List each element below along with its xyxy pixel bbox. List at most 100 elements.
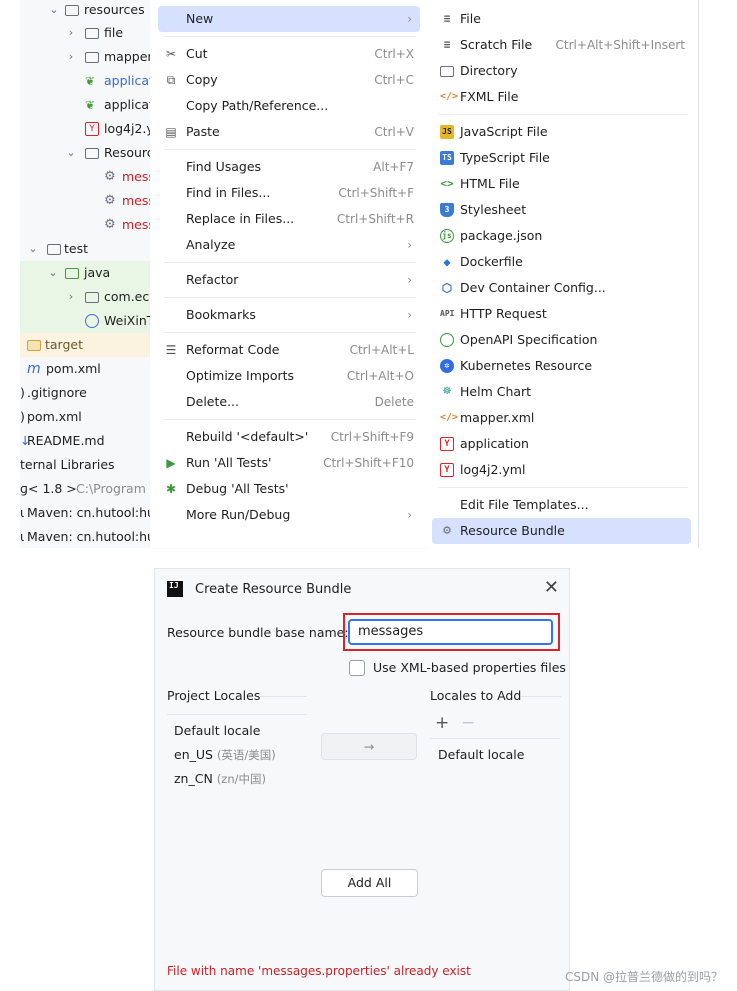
chevron-right-icon[interactable]: › <box>65 21 77 45</box>
tree-item-mapper[interactable]: › mapper <box>20 45 150 69</box>
tree-item-library[interactable]: ɩ Maven: cn.hutool:huto <box>20 525 150 548</box>
tree-item-external-libraries[interactable]: ternal Libraries <box>20 453 150 477</box>
submenu-item-file[interactable]: ≡ File <box>432 6 691 32</box>
submenu-item-html-file[interactable]: <> HTML File <box>432 171 691 197</box>
tree-item-package[interactable]: › com.ech <box>20 285 150 309</box>
menu-item-find-in-files[interactable]: Find in Files... Ctrl+Shift+F <box>158 180 420 206</box>
remove-icon[interactable]: − <box>461 713 475 733</box>
move-locale-button[interactable]: → <box>321 733 417 760</box>
project-locale-item[interactable]: Default locale <box>174 723 260 738</box>
chevron-down-icon[interactable]: ⌄ <box>65 141 77 165</box>
menu-separator <box>164 262 416 263</box>
menu-item-delete[interactable]: Delete... Delete <box>158 389 420 415</box>
watermark: CSDN @拉普兰德做的到吗？ <box>564 970 723 984</box>
docker-icon: ◆ <box>443 255 451 269</box>
tree-item-test-class[interactable]: WeiXinT <box>20 309 150 333</box>
menu-item-refactor[interactable]: Refactor › <box>158 267 420 293</box>
xml-icon: </> <box>440 91 459 102</box>
project-locale-item[interactable]: zn_CN (zn/中国) <box>174 771 266 787</box>
submenu-item-http-request[interactable]: API HTTP Request <box>432 301 691 327</box>
chevron-right-icon[interactable]: › <box>65 45 77 69</box>
submenu-item-javascript-file[interactable]: JS JavaScript File <box>432 119 691 145</box>
submenu-item-helm-chart[interactable]: ☸ Helm Chart <box>432 379 691 405</box>
submenu-item-kubernetes[interactable]: ✲ Kubernetes Resource <box>432 353 691 379</box>
kubernetes-icon: ✲ <box>440 359 454 373</box>
submenu-item-mapper-xml[interactable]: </> mapper.xml <box>432 405 691 431</box>
menu-item-paste[interactable]: ▤ Paste Ctrl+V <box>158 119 420 145</box>
tree-item-messages[interactable]: ⚙ mess <box>20 165 150 189</box>
javascript-icon: JS <box>440 125 454 139</box>
submenu-item-resource-bundle[interactable]: ⚙ Resource Bundle <box>432 518 691 544</box>
menu-item-new[interactable]: New › <box>158 6 420 32</box>
submenu-item-edit-file-templates[interactable]: Edit File Templates... <box>432 492 691 518</box>
add-all-button[interactable]: Add All <box>321 869 418 897</box>
folder-icon <box>440 66 454 77</box>
menu-item-find-usages[interactable]: Find Usages Alt+F7 <box>158 154 420 180</box>
submenu-item-typescript-file[interactable]: TS TypeScript File <box>432 145 691 171</box>
tree-item-log4j2[interactable]: Y log4j2.y <box>20 117 150 141</box>
project-locale-item[interactable]: en_US (英语/美国) <box>174 747 276 763</box>
test-folder-icon <box>65 268 79 279</box>
copy-icon: ⧉ <box>166 73 176 87</box>
typescript-icon: TS <box>440 151 454 165</box>
chevron-down-icon[interactable]: ⌄ <box>47 261 59 285</box>
tree-item-test[interactable]: ⌄ test <box>20 237 150 261</box>
submenu-item-application[interactable]: Y application <box>432 431 691 457</box>
menu-item-optimize-imports[interactable]: Optimize Imports Ctrl+Alt+O <box>158 363 420 389</box>
menu-item-copy-path[interactable]: Copy Path/Reference... <box>158 93 420 119</box>
debug-icon: ✱ <box>165 482 177 496</box>
menu-separator <box>164 332 416 333</box>
submenu-item-fxml-file[interactable]: </> FXML File <box>432 84 691 110</box>
tree-item-messages[interactable]: ⚙ mess <box>20 189 150 213</box>
tree-item-java[interactable]: ⌄ java <box>20 261 150 285</box>
tree-item-library[interactable]: ɩ Maven: cn.hutool:huto <box>20 501 150 525</box>
menu-item-cut[interactable]: ✂ Cut Ctrl+X <box>158 41 420 67</box>
submenu-item-dev-container[interactable]: ⬡ Dev Container Config... <box>432 275 691 301</box>
chevron-right-icon: › <box>407 238 412 252</box>
new-submenu: ≡ File ≡ Scratch File Ctrl+Alt+Shift+Ins… <box>426 0 699 548</box>
tree-item-resources[interactable]: ⌄ resources <box>20 0 150 22</box>
base-name-input[interactable]: messages <box>348 619 553 645</box>
library-icon: ɡ <box>20 481 28 496</box>
add-icon[interactable]: + <box>435 713 449 733</box>
divider <box>259 696 307 697</box>
menu-separator <box>438 114 688 115</box>
menu-item-more-run-debug[interactable]: More Run/Debug › <box>158 502 420 528</box>
tree-item-resource-bundle[interactable]: ⌄ Resourc <box>20 141 150 165</box>
submenu-item-dockerfile[interactable]: ◆ Dockerfile <box>432 249 691 275</box>
xml-properties-checkbox[interactable] <box>349 660 365 676</box>
submenu-item-scratch-file[interactable]: ≡ Scratch File Ctrl+Alt+Shift+Insert <box>432 32 691 58</box>
scratch-icon: ≡ <box>443 38 451 51</box>
tree-item-readme[interactable]: ↓ README.md <box>20 429 150 453</box>
locale-to-add-item[interactable]: Default locale <box>438 747 524 762</box>
submenu-item-package-json[interactable]: js package.json <box>432 223 691 249</box>
tree-item-gitignore[interactable]: ) .gitignore <box>20 381 150 405</box>
project-tree: ⌄ resources › file › mapper ❦ applicat ❦… <box>20 0 150 548</box>
menu-item-bookmarks[interactable]: Bookmarks › <box>158 302 420 328</box>
tree-item-messages[interactable]: ⚙ mess <box>20 213 150 237</box>
tree-item-target[interactable]: target <box>20 333 150 357</box>
chevron-down-icon[interactable]: ⌄ <box>27 237 39 261</box>
menu-item-analyze[interactable]: Analyze › <box>158 232 420 258</box>
tree-item-pom[interactable]: m pom.xml <box>20 357 150 381</box>
tree-item-file[interactable]: › file <box>20 21 150 45</box>
tree-item-jdk[interactable]: ɡ < 1.8 > C:\Program F <box>20 477 150 501</box>
submenu-item-log4j2[interactable]: Y log4j2.yml <box>432 457 691 483</box>
menu-item-copy[interactable]: ⧉ Copy Ctrl+C <box>158 67 420 93</box>
chevron-right-icon[interactable]: › <box>65 285 77 309</box>
html-icon: <> <box>440 177 454 190</box>
menu-item-rebuild[interactable]: Rebuild '<default>' Ctrl+Shift+F9 <box>158 424 420 450</box>
submenu-item-openapi[interactable]: OpenAPI Specification <box>432 327 691 353</box>
menu-item-run-tests[interactable]: ▶ Run 'All Tests' Ctrl+Shift+F10 <box>158 450 420 476</box>
submenu-item-stylesheet[interactable]: 3 Stylesheet <box>432 197 691 223</box>
tree-item-pom[interactable]: ) pom.xml <box>20 405 150 429</box>
tree-item-application[interactable]: ❦ applicat <box>20 93 150 117</box>
menu-item-reformat-code[interactable]: ☰ Reformat Code Ctrl+Alt+L <box>158 337 420 363</box>
submenu-item-directory[interactable]: Directory <box>432 58 691 84</box>
close-icon[interactable]: ✕ <box>544 577 559 598</box>
chevron-down-icon[interactable]: ⌄ <box>48 0 60 22</box>
menu-item-replace-in-files[interactable]: Replace in Files... Ctrl+Shift+R <box>158 206 420 232</box>
spring-leaf-icon: ❦ <box>85 74 96 88</box>
tree-item-application[interactable]: ❦ applicat <box>20 69 150 93</box>
menu-item-debug-tests[interactable]: ✱ Debug 'All Tests' <box>158 476 420 502</box>
